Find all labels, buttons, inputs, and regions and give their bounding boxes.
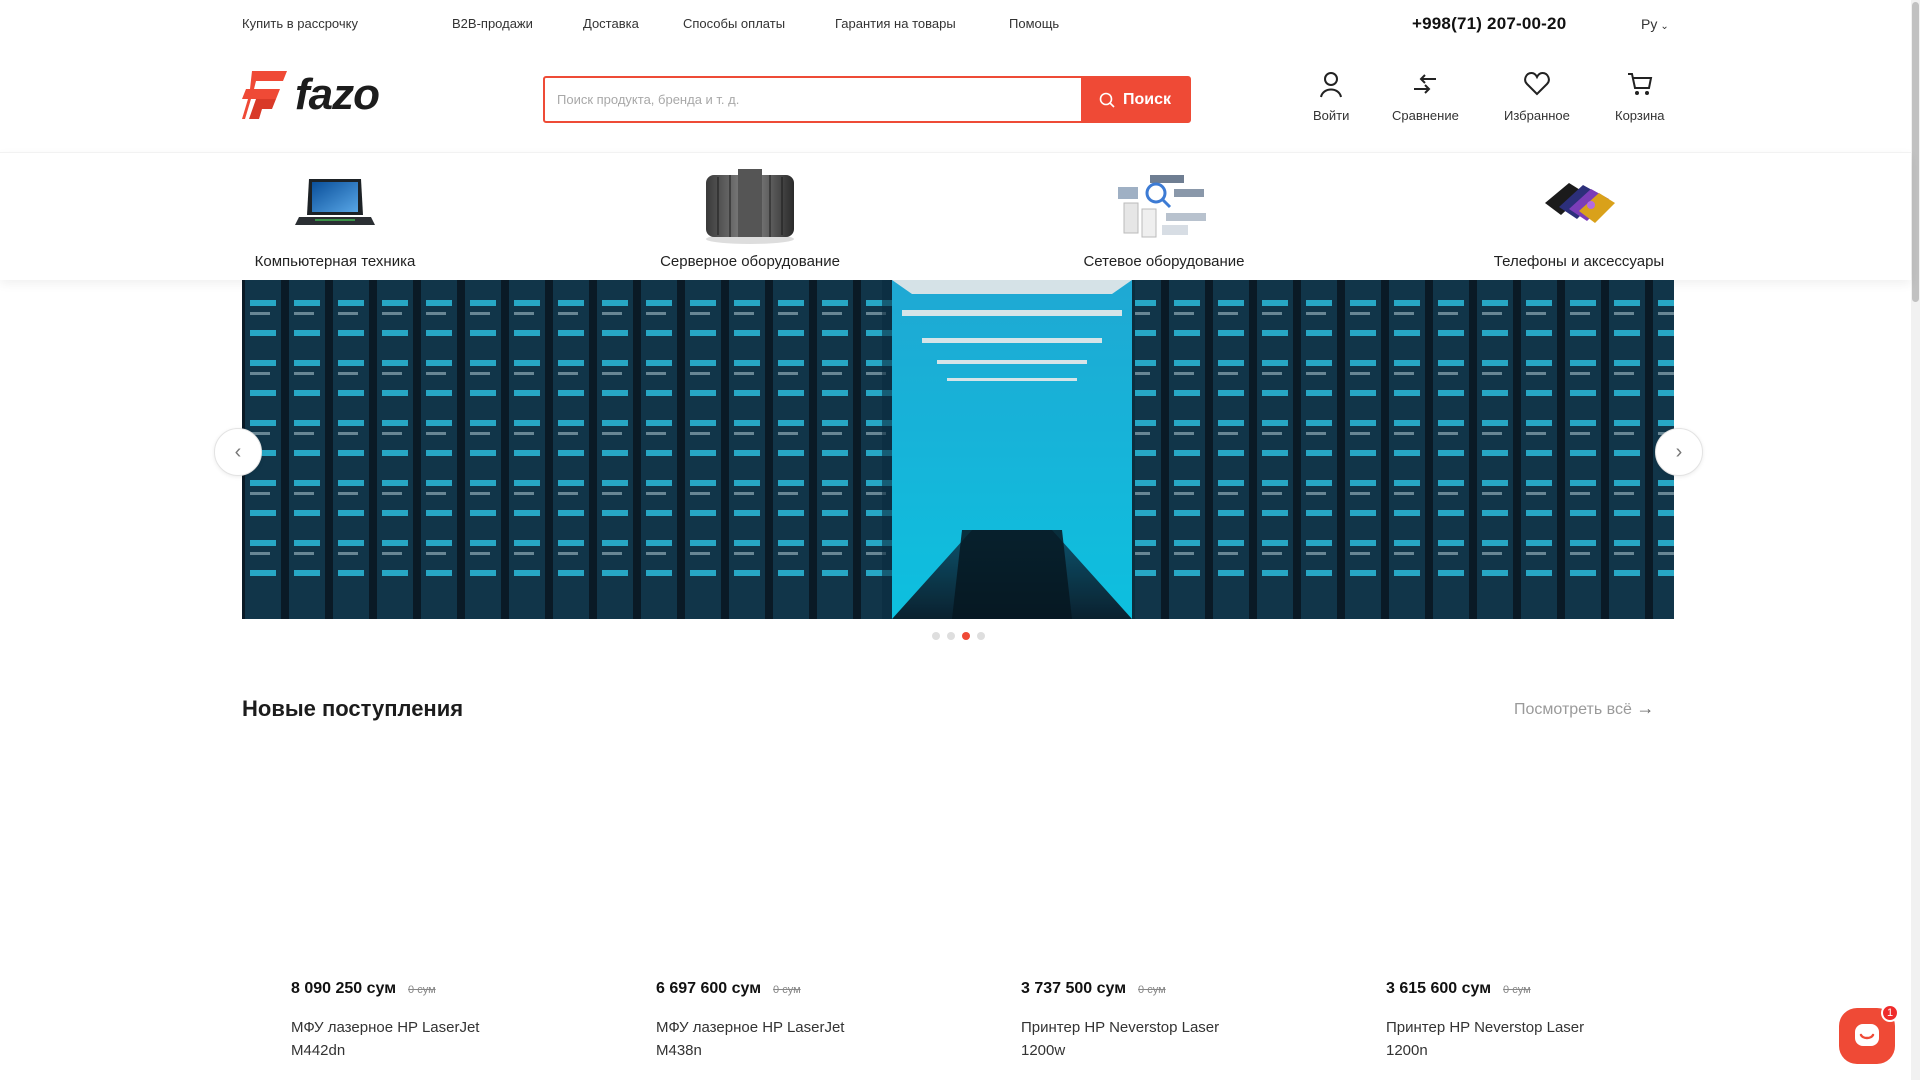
category-strip: Компьютерная техника Серверное оборудова…: [0, 152, 1911, 280]
carousel-next-button[interactable]: ›: [1655, 428, 1703, 476]
user-icon: [1320, 72, 1343, 98]
chevron-down-icon: ⌄: [1660, 21, 1669, 32]
category-servers[interactable]: Серверное оборудование: [645, 153, 855, 281]
category-label: Сетевое оборудование: [1083, 253, 1245, 270]
product-card[interactable]: 3 615 600 сум 0 сум Принтер HP Neverstop …: [1386, 980, 1686, 1062]
category-computers[interactable]: Компьютерная техника: [242, 153, 428, 281]
heart-icon: [1524, 71, 1550, 96]
carousel-prev-button[interactable]: ‹: [214, 428, 262, 476]
category-label: Компьютерная техника: [254, 253, 416, 270]
login-label: Войти: [1313, 108, 1350, 123]
compare-arrows-icon: [1414, 74, 1437, 94]
product-name[interactable]: Принтер HP Neverstop Laser 1200w: [1021, 1016, 1251, 1062]
search-icon: [1099, 92, 1115, 108]
login-button[interactable]: Войти: [1313, 70, 1349, 123]
product-price: 8 090 250 сум: [291, 980, 397, 997]
product-name[interactable]: МФУ лазерное HP LaserJet M442dn: [291, 1016, 521, 1062]
favorites-label: Избранное: [1504, 108, 1570, 123]
category-label: Серверное оборудование: [660, 253, 840, 270]
view-all-label: Посмотреть всё: [1514, 701, 1632, 718]
product-price: 3 737 500 сум: [1021, 980, 1127, 997]
product-old-price: 0 сум: [408, 984, 436, 996]
chat-unread-badge: 1: [1881, 1004, 1899, 1022]
language-selector[interactable]: Ру ⌄: [1641, 16, 1669, 32]
help-link[interactable]: Помощь: [1009, 16, 1059, 31]
carousel-dot-active[interactable]: [962, 632, 970, 640]
category-label: Телефоны и аксессуары: [1493, 253, 1665, 270]
favorites-button[interactable]: Избранное: [1504, 70, 1570, 123]
cart-icon: [1627, 73, 1652, 95]
laptop-image: [285, 159, 385, 247]
chat-bubble-icon: [1855, 1024, 1879, 1046]
scrollbar-thumb[interactable]: [1912, 2, 1919, 302]
product-price: 6 697 600 сум: [656, 980, 762, 997]
logo-text: fazo: [295, 70, 380, 119]
hero-banner[interactable]: [242, 280, 1674, 619]
network-equipment-image: [1114, 159, 1214, 247]
category-phones[interactable]: Телефоны и аксессуары: [1484, 153, 1674, 281]
compare-button[interactable]: Сравнение: [1392, 70, 1459, 123]
installment-link[interactable]: Купить в рассрочку: [242, 16, 358, 31]
server-room-image: [242, 280, 1674, 619]
search-bar: Поиск: [543, 76, 1191, 123]
top-bar: Купить в рассрочку B2B-продажи Доставка …: [242, 14, 1674, 34]
product-old-price: 0 сум: [773, 984, 801, 996]
product-card[interactable]: 8 090 250 сум 0 сум МФУ лазерное HP Laser…: [291, 980, 591, 1062]
language-label: Ру: [1641, 16, 1658, 32]
warranty-link[interactable]: Гарантия на товары: [835, 16, 956, 31]
page-scrollbar[interactable]: [1911, 0, 1920, 1080]
cart-button[interactable]: Корзина: [1615, 70, 1665, 123]
compare-label: Сравнение: [1392, 108, 1459, 123]
arrow-right-icon: →: [1636, 698, 1655, 718]
server-rack-image: [700, 159, 800, 247]
chevron-right-icon: ›: [1675, 440, 1683, 463]
carousel-dot[interactable]: [932, 632, 940, 640]
category-network[interactable]: Сетевое оборудование: [1065, 153, 1263, 281]
cart-label: Корзина: [1615, 108, 1665, 123]
phone-number[interactable]: +998(71) 207-00-20: [1412, 14, 1566, 34]
chat-widget-button[interactable]: 1: [1839, 1004, 1899, 1064]
delivery-link[interactable]: Доставка: [583, 16, 639, 31]
carousel-dots: [932, 632, 985, 640]
product-old-price: 0 сум: [1138, 984, 1166, 996]
chevron-left-icon: ‹: [234, 440, 242, 463]
product-old-price: 0 сум: [1503, 984, 1531, 996]
search-button-label: Поиск: [1122, 90, 1171, 108]
fazo-logo-icon: [242, 71, 287, 119]
b2b-link[interactable]: B2B-продажи: [452, 16, 533, 31]
product-name[interactable]: МФУ лазерное HP LaserJet M438n: [656, 1016, 886, 1062]
search-button[interactable]: Поиск: [1081, 78, 1189, 121]
search-input[interactable]: [545, 78, 1081, 121]
payment-methods-link[interactable]: Способы оплаты: [683, 16, 785, 31]
phones-image: [1529, 159, 1629, 247]
section-title: Новые поступления: [242, 696, 464, 721]
product-name[interactable]: Принтер HP Neverstop Laser 1200n: [1386, 1016, 1616, 1062]
product-price: 3 615 600 сум: [1386, 980, 1492, 997]
product-card[interactable]: 6 697 600 сум 0 сум МФУ лазерное HP Laser…: [656, 980, 956, 1062]
site-logo[interactable]: fazo: [242, 70, 402, 120]
carousel-dot[interactable]: [947, 632, 955, 640]
view-all-link[interactable]: Посмотреть всё →: [1514, 698, 1654, 719]
carousel-dot[interactable]: [977, 632, 985, 640]
product-card[interactable]: 3 737 500 сум 0 сум Принтер HP Neverstop …: [1021, 980, 1321, 1062]
